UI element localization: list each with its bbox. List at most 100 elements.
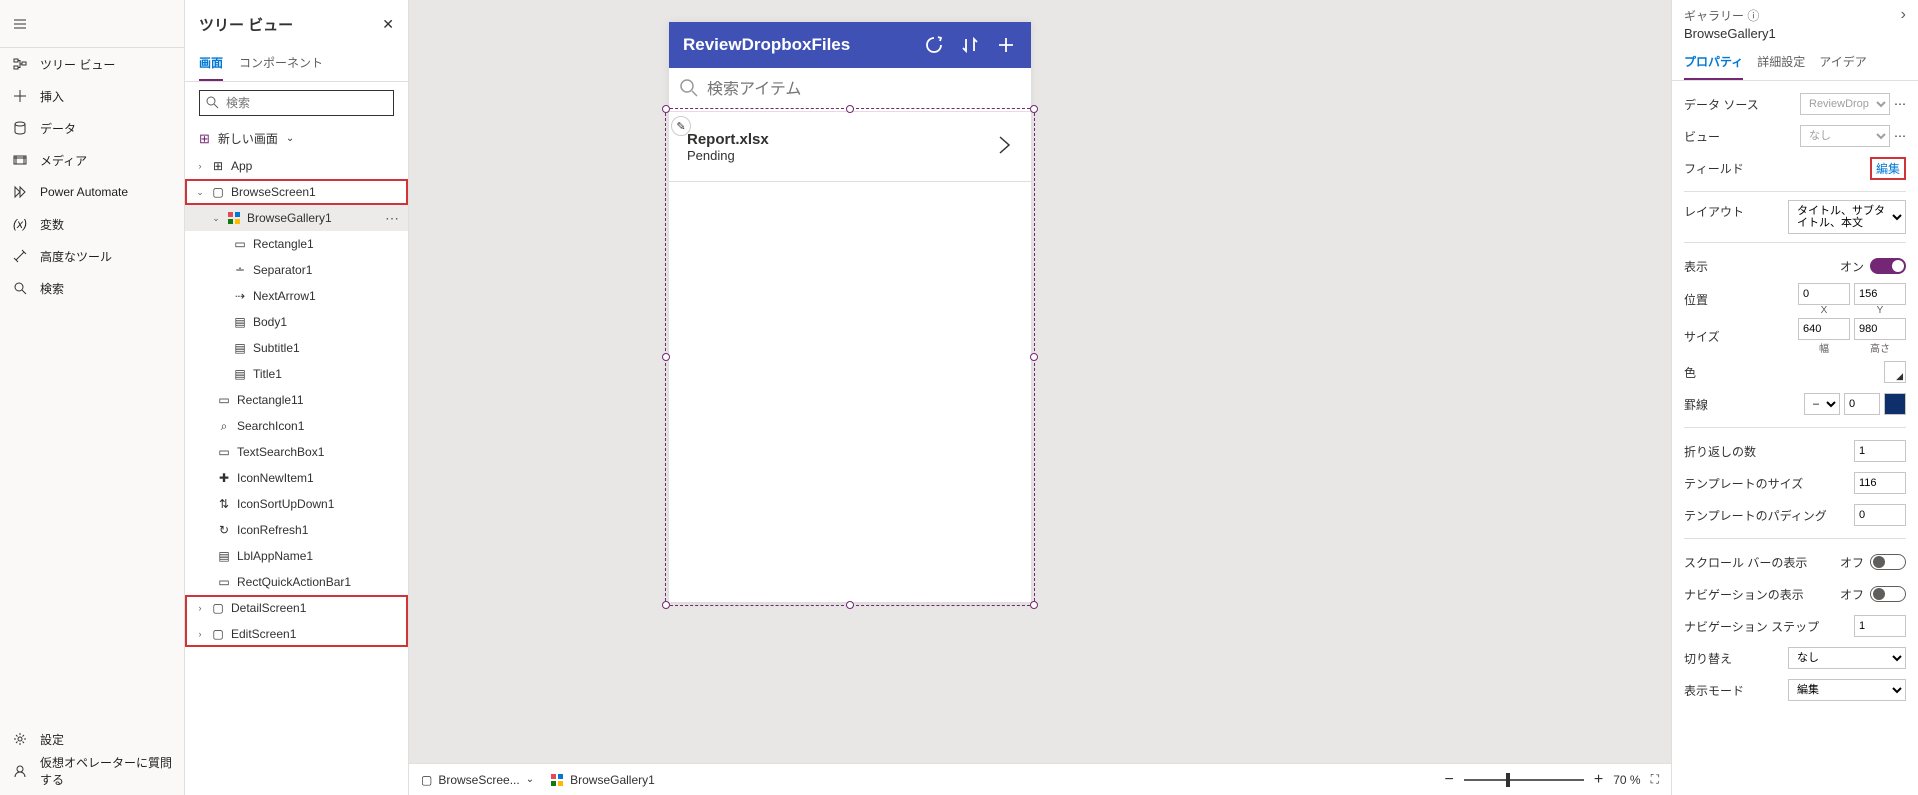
more-icon[interactable]: ⋯ [1894,129,1906,143]
rail-settings[interactable]: 設定 [0,723,184,755]
tree-node-searchicon1[interactable]: ⌕SearchIcon1 [185,413,408,439]
help-icon[interactable]: ⓘ [1747,9,1759,23]
tab-components[interactable]: コンポーネント [239,48,323,81]
template-size-input[interactable] [1854,472,1906,494]
tree-node-rectangle1[interactable]: ▭Rectangle1 [185,231,408,257]
tree-node-app[interactable]: › ⊞ App [185,153,408,179]
tab-screens[interactable]: 画面 [199,48,223,81]
border-style-select[interactable]: — [1804,393,1840,415]
tree-node-nextarrow1[interactable]: ⇢NextArrow1 [185,283,408,309]
displaymode-select[interactable]: 編集 [1788,679,1906,701]
close-icon[interactable]: ✕ [382,16,394,33]
control-name: BrowseGallery1 [1672,26,1918,47]
canvas-area[interactable]: ReviewDropboxFiles Report.xlsx Pending ✎ [409,0,1671,795]
more-icon[interactable]: ⋯ [1894,97,1906,111]
gallery-item[interactable]: Report.xlsx Pending [669,112,1031,182]
rail-media[interactable]: メディア [0,144,184,176]
chevron-down-icon: ⌄ [195,187,205,197]
view-select[interactable]: なし [1800,125,1890,147]
zoom-out-button[interactable]: − [1445,771,1454,789]
tree-node-editscreen[interactable]: ›▢EditScreen1 [185,621,408,647]
node-label: SearchIcon1 [237,419,304,433]
breadcrumb-gallery[interactable]: BrowseGallery1 [550,773,655,787]
zoom-in-button[interactable]: + [1594,771,1603,789]
transition-select[interactable]: なし [1788,647,1906,669]
tree-node-separator1[interactable]: ∸Separator1 [185,257,408,283]
label-transition: 切り替え [1684,650,1732,667]
zoom-suffix: % [1630,773,1641,787]
label-displaymode: 表示モード [1684,682,1744,699]
app-preview: ReviewDropboxFiles Report.xlsx Pending ✎ [669,22,1031,602]
edit-template-icon[interactable]: ✎ [671,116,691,136]
border-width-input[interactable] [1844,393,1880,415]
wrap-input[interactable] [1854,440,1906,462]
label-wrap: 折り返しの数 [1684,443,1756,460]
label-view: ビュー [1684,128,1720,145]
node-label: Body1 [253,315,287,329]
chevron-right-icon: › [195,161,205,171]
label-position: 位置 [1684,291,1708,308]
refresh-icon[interactable] [923,34,945,56]
tree-panel-title: ツリー ビュー [199,14,293,35]
rail-insert[interactable]: 挿入 [0,80,184,112]
breadcrumb-screen[interactable]: ▢ BrowseScree... ⌄ [421,773,534,787]
plus-icon [12,88,28,104]
node-label: IconRefresh1 [237,523,308,537]
rail-search[interactable]: 検索 [0,272,184,304]
tree-node-browsegallery[interactable]: ⌄ BrowseGallery1 ⋯ [185,205,408,231]
position-x-input[interactable] [1798,283,1850,305]
more-icon[interactable]: ⋯ [385,210,400,227]
tree-search-input[interactable] [199,90,394,116]
tree-node-detailscreen[interactable]: ›▢DetailScreen1 [185,595,408,621]
tree-node-iconnewitem1[interactable]: ✚IconNewItem1 [185,465,408,491]
size-w-input[interactable] [1798,318,1850,340]
tab-ideas[interactable]: アイデア [1819,47,1866,80]
size-h-input[interactable] [1854,318,1906,340]
tab-advanced[interactable]: 詳細設定 [1757,47,1805,80]
screen-icon: ▢ [211,601,225,615]
tree-node-body1[interactable]: ▤Body1 [185,309,408,335]
template-padding-input[interactable] [1854,504,1906,526]
tree-node-textsearchbox1[interactable]: ▭TextSearchBox1 [185,439,408,465]
rect-icon: ▭ [233,237,247,251]
border-color-swatch[interactable] [1884,393,1906,415]
tree-node-iconsortupdown1[interactable]: ⇅IconSortUpDown1 [185,491,408,517]
new-screen-button[interactable]: ⊞ 新しい画面 ⌄ [185,124,408,153]
rail-powerautomate[interactable]: Power Automate [0,176,184,208]
tree-node-browsescreen[interactable]: ⌄ ▢ BrowseScreen1 [185,179,408,205]
tree-node-lblappname1[interactable]: ▤LblAppName1 [185,543,408,569]
visible-toggle[interactable] [1870,258,1906,274]
navstep-input[interactable] [1854,615,1906,637]
rail-advanced-tools[interactable]: 高度なツール [0,240,184,272]
tree-node-subtitle1[interactable]: ▤Subtitle1 [185,335,408,361]
app-search-input[interactable] [707,81,1021,99]
navigation-toggle[interactable] [1870,586,1906,602]
tree-node-title1[interactable]: ▤Title1 [185,361,408,387]
tree-node-rectquickactionbar1[interactable]: ▭RectQuickActionBar1 [185,569,408,595]
rail-ask-operator[interactable]: 仮想オペレーターに質問する [0,755,184,787]
tab-properties[interactable]: プロパティ [1684,47,1743,80]
datasource-select[interactable]: ReviewDropbo... [1800,93,1890,115]
tree-node-iconrefresh1[interactable]: ↻IconRefresh1 [185,517,408,543]
flow-icon [12,184,28,200]
rail-data[interactable]: データ [0,112,184,144]
tree-node-rectangle11[interactable]: ▭Rectangle11 [185,387,408,413]
rail-hamburger[interactable] [0,0,184,48]
sort-icon[interactable] [959,34,981,56]
item-subtitle: Pending [687,148,769,163]
fields-edit-link[interactable]: 編集 [1870,157,1906,180]
zoom-slider[interactable] [1464,779,1584,781]
fit-to-screen-icon[interactable]: ⛶ [1651,772,1659,787]
node-label: IconNewItem1 [237,471,314,485]
add-icon[interactable] [995,34,1017,56]
rail-treeview[interactable]: ツリー ビュー [0,48,184,80]
color-swatch[interactable]: ◢ [1884,361,1906,383]
layout-select[interactable]: タイトル、サブタイトル、本文 [1788,200,1906,234]
position-y-input[interactable] [1854,283,1906,305]
chevron-down-icon: ⌄ [526,774,534,785]
rail-variables[interactable]: (x) 変数 [0,208,184,240]
scrollbar-toggle[interactable] [1870,554,1906,570]
label-layout: レイアウト [1684,200,1744,220]
gallery-icon [550,773,564,787]
chevron-right-icon[interactable]: › [1901,6,1906,24]
